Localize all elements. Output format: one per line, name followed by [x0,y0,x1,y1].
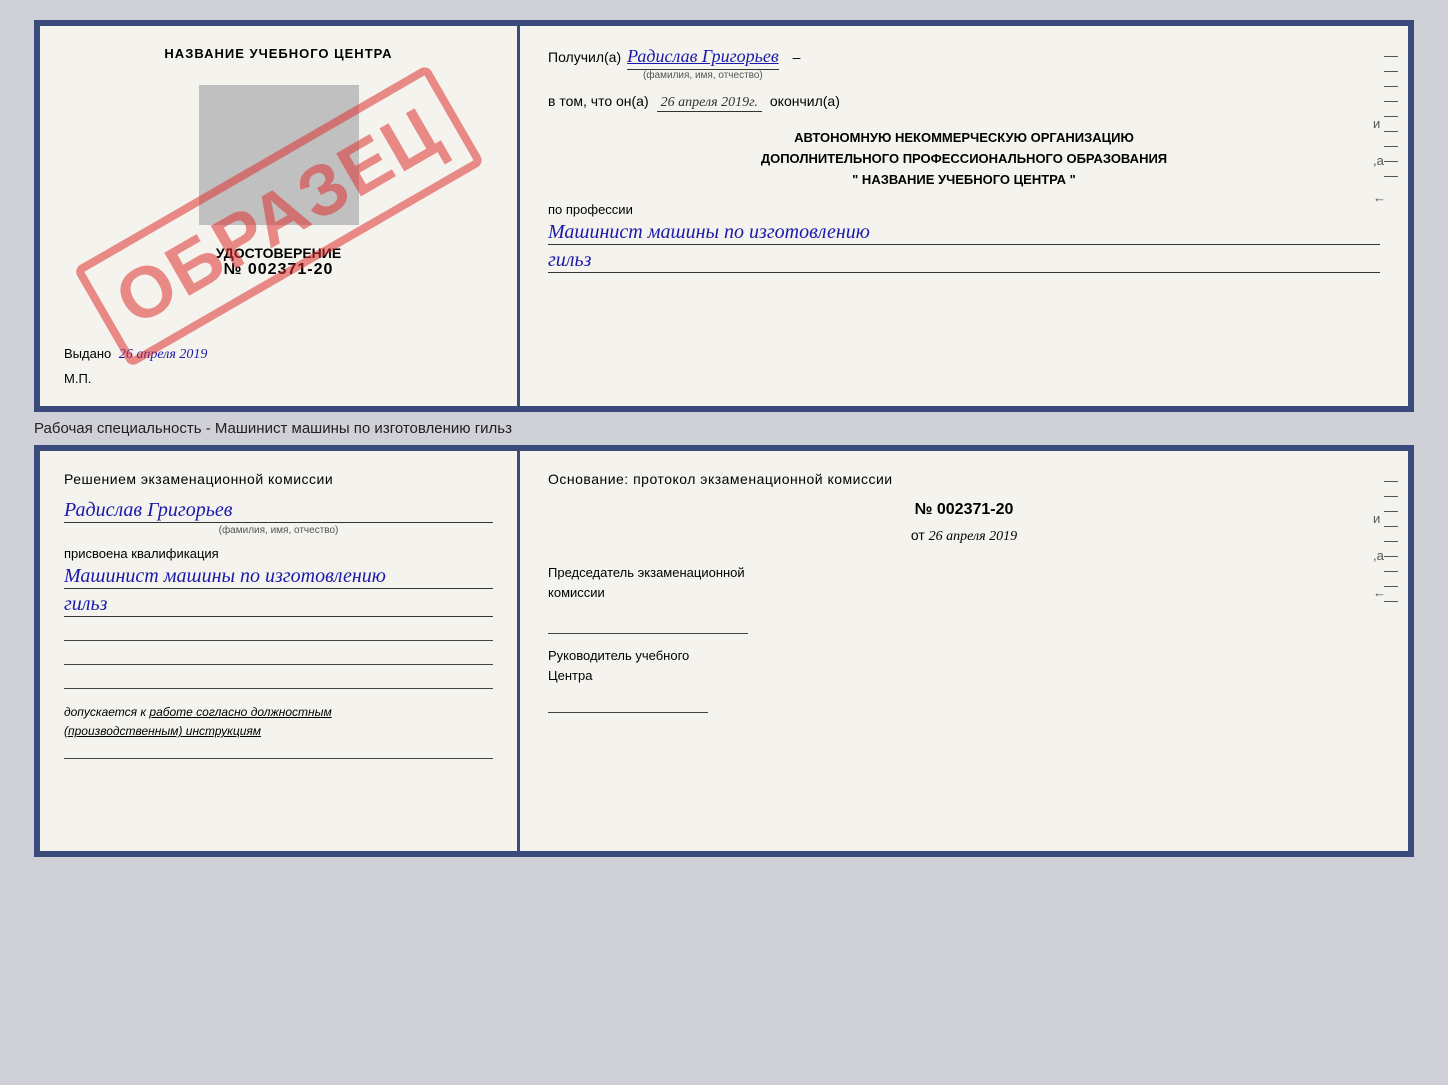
side-dash-9 [1384,176,1398,177]
bottom-right-panel: Основание: протокол экзаменационной коми… [520,451,1408,851]
side-dash-7 [1384,146,1398,147]
org-line2: ДОПОЛНИТЕЛЬНОГО ПРОФЕССИОНАЛЬНОГО ОБРАЗО… [548,149,1380,170]
side-dash-2 [1384,71,1398,72]
cert-title: УДОСТОВЕРЕНИЕ [64,245,493,261]
b-margin-letter-i: и [1373,511,1386,526]
predsedatel-line1: Председатель экзаменационной [548,563,1380,583]
okonchil-label: окончил(а) [770,93,840,109]
predsedatel-line2: комиссии [548,583,1380,603]
side-dash-3 [1384,86,1398,87]
blank-line-1 [64,623,493,641]
side-dash-6 [1384,131,1398,132]
v-tom-line: в том, что он(а) 26 апреля 2019г. окончи… [548,93,1380,112]
b-side-dash-9 [1384,601,1398,602]
poluchil-label: Получил(а) [548,49,621,65]
bottom-left-prisvoyena: присвоена квалификация [64,546,493,561]
profession-line1: Машинист машины по изготовлению [548,221,1380,245]
predsedatel-block: Председатель экзаменационной комиссии [548,563,1380,602]
vydano-label: Выдано [64,346,111,361]
vydano-line: Выдано 26 апреля 2019 [64,326,493,363]
cert-block: УДОСТОВЕРЕНИЕ № 002371-20 [64,245,493,279]
final-line [64,745,493,759]
poluchil-line: Получил(а) Радислав Григорьев (фамилия, … [548,46,1380,81]
side-dash-4 [1384,101,1398,102]
photo-placeholder [199,85,359,225]
right-side-dashes [1384,56,1398,177]
b-side-dash-8 [1384,586,1398,587]
dash1: – [793,49,801,65]
dopuskaetsya-main-text: работе согласно должностным [149,705,331,719]
cert-number: № 002371-20 [64,261,493,279]
side-dash-5 [1384,116,1398,117]
poluchil-name: Радислав Григорьев [627,46,779,70]
bottom-left-name: Радислав Григорьев [64,499,493,523]
blank-line-3 [64,671,493,689]
b-side-dash-4 [1384,526,1398,527]
v-tom-date: 26 апреля 2019г. [657,95,762,112]
b-side-dash-2 [1384,496,1398,497]
top-document: НАЗВАНИЕ УЧЕБНОГО ЦЕНТРА УДОСТОВЕРЕНИЕ №… [34,20,1414,412]
bottom-left-title: Решением экзаменационной комиссии [64,471,493,487]
top-left-title: НАЗВАНИЕ УЧЕБНОГО ЦЕНТРА [64,46,493,61]
bottom-left-qual-line2: гильз [64,593,493,617]
bottom-left-fio-hint: (фамилия, имя, отчество) [64,525,493,536]
margin-letters: и ,а ← [1373,116,1386,205]
b-side-dash-1 [1384,481,1398,482]
b-margin-letter-arrow: ← [1373,585,1386,600]
vydano-date: 26 апреля 2019 [119,347,207,362]
bottom-right-date-line: от 26 апреля 2019 [548,527,1380,545]
b-margin-letter-a: ,а [1373,548,1386,563]
subtitle-line: Рабочая специальность - Машинист машины … [34,412,1414,445]
top-right-panel: Получил(а) Радислав Григорьев (фамилия, … [520,26,1408,406]
margin-letter-a: ,а [1373,153,1386,168]
mp-label: М.П. [64,371,493,386]
b-side-dash-5 [1384,541,1398,542]
side-dash-8 [1384,161,1398,162]
fio-hint-top: (фамилия, имя, отчество) [643,70,763,81]
rukovoditel-line2: Центра [548,666,1380,686]
margin-letter-arrow: ← [1373,190,1386,205]
rukovoditel-line1: Руководитель учебного [548,646,1380,666]
top-left-panel: НАЗВАНИЕ УЧЕБНОГО ЦЕНТРА УДОСТОВЕРЕНИЕ №… [40,26,520,406]
bottom-left-panel: Решением экзаменационной комиссии Радисл… [40,451,520,851]
po-professii-label: по профессии [548,202,1380,217]
bottom-right-side-dashes [1384,481,1398,602]
side-dash-1 [1384,56,1398,57]
v-tom-label: в том, что он(а) [548,93,649,109]
predsedatel-sig-line [548,606,748,634]
rukovoditel-sig-line [548,689,708,713]
org-block: АВТОНОМНУЮ НЕКОММЕРЧЕСКУЮ ОРГАНИЗАЦИЮ ДО… [548,128,1380,190]
bottom-right-number: № 002371-20 [548,501,1380,519]
rukovoditel-block: Руководитель учебного Центра [548,646,1380,685]
ot-label: от [911,527,925,543]
profession-line2: гильз [548,249,1380,273]
blank-line-2 [64,647,493,665]
dopuskaetsya-paragraph: допускается к работе согласно должностны… [64,703,493,741]
org-line3: " НАЗВАНИЕ УЧЕБНОГО ЦЕНТРА " [548,170,1380,191]
document-container: НАЗВАНИЕ УЧЕБНОГО ЦЕНТРА УДОСТОВЕРЕНИЕ №… [34,20,1414,857]
bottom-margin-letters: и ,а ← [1373,511,1386,600]
margin-letter-i: и [1373,116,1386,131]
bottom-left-qual-line1: Машинист машины по изготовлению [64,565,493,589]
b-side-dash-7 [1384,571,1398,572]
b-side-dash-3 [1384,511,1398,512]
bottom-right-osnov: Основание: протокол экзаменационной коми… [548,471,1380,487]
dopuskaetsya-text2: (производственным) инструкциям [64,724,261,738]
bottom-right-date-val: 26 апреля 2019 [929,529,1017,544]
dopuskaetsya-prefix: допускается к [64,705,146,719]
b-side-dash-6 [1384,556,1398,557]
org-line1: АВТОНОМНУЮ НЕКОММЕРЧЕСКУЮ ОРГАНИЗАЦИЮ [548,128,1380,149]
bottom-document: Решением экзаменационной комиссии Радисл… [34,445,1414,857]
